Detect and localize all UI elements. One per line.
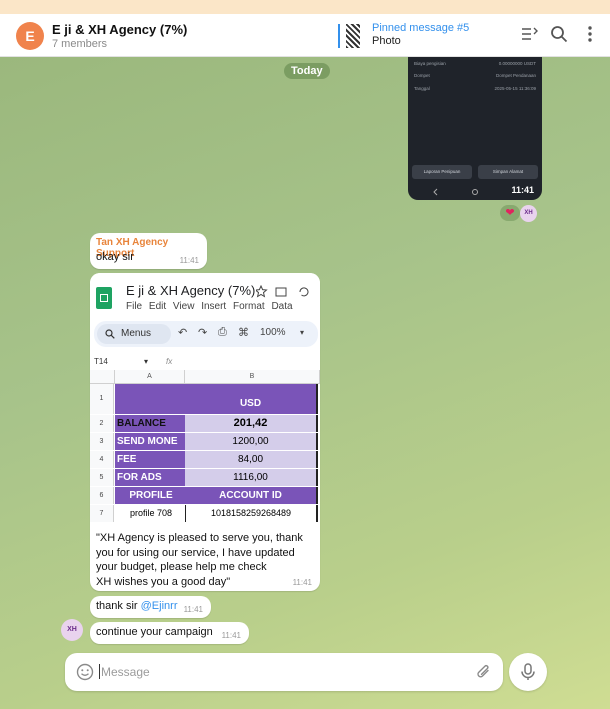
chevron-down-icon: ▾ bbox=[144, 357, 149, 366]
microphone-icon bbox=[521, 663, 535, 680]
text-caret bbox=[99, 664, 100, 679]
top-strip bbox=[0, 0, 610, 14]
table-cell: FEE bbox=[115, 451, 185, 468]
phone-row-label: Biaya pengisian bbox=[414, 61, 446, 66]
message-bubble[interactable]: continue your campaign 11:41 bbox=[90, 622, 249, 644]
phone-button-save: Simpan Alamat bbox=[478, 165, 538, 179]
message-text: okay sir bbox=[96, 251, 134, 263]
message-bubble[interactable]: Tan XH Agency Support okay sir 11:41 bbox=[90, 233, 207, 269]
paint-format-icon: ⌘ bbox=[238, 327, 249, 339]
message-caption: "XH Agency is pleased to serve you, than… bbox=[96, 532, 303, 588]
formula-icon: fx bbox=[166, 357, 173, 366]
phone-button-report: Laporan Penipuan bbox=[412, 165, 472, 179]
phone-row-value: Dompet Pendanaan bbox=[495, 73, 536, 78]
pinned-subtitle: Photo bbox=[372, 35, 401, 47]
pinned-thumbnail bbox=[346, 24, 360, 48]
row-number: 7 bbox=[90, 505, 114, 522]
menu-search-label: Menus bbox=[121, 328, 152, 339]
sheets-logo-icon bbox=[96, 287, 112, 309]
table-cell: ACCOUNT ID bbox=[185, 487, 318, 504]
pinned-title: Pinned message #5 bbox=[372, 22, 470, 34]
table-cell: 1200,00 bbox=[185, 433, 318, 450]
menu-search: Menus bbox=[97, 324, 171, 344]
user-mention-link[interactable]: @Ejinrr bbox=[141, 600, 178, 612]
row-number: 2 bbox=[90, 415, 114, 432]
attach-icon[interactable] bbox=[475, 663, 493, 681]
print-icon: ⎙ bbox=[218, 326, 227, 338]
sender-avatar[interactable]: XH bbox=[61, 619, 83, 641]
message-composer[interactable]: Message bbox=[65, 653, 503, 691]
menu-format: Format bbox=[233, 301, 265, 312]
table-cell: 1116,00 bbox=[185, 469, 318, 486]
chevron-down-icon: ▾ bbox=[300, 328, 305, 337]
sheet-toolbar: Menus ↶ ↷ ⎙ ⌘ 100% ▾ bbox=[94, 321, 318, 347]
phone-row-value: 0.00000000 USDT bbox=[498, 61, 536, 66]
message-text-prefix: thank sir bbox=[96, 600, 141, 612]
row-number: 3 bbox=[90, 433, 114, 450]
cell-reference-value: T14 bbox=[94, 357, 108, 366]
phone-row-label: Dompet bbox=[414, 73, 430, 78]
spreadsheet-screenshot[interactable]: E ji & XH Agency (7%) File Edit View Ins… bbox=[90, 273, 320, 525]
undo-icon: ↶ bbox=[178, 327, 188, 339]
table-cell: BALANCE bbox=[115, 415, 185, 432]
chat-area[interactable]: Today Biaya pengisian 0.00000000 USDT Do… bbox=[0, 57, 610, 709]
pinned-list-icon[interactable] bbox=[519, 24, 539, 44]
message-time: 11:41 bbox=[511, 185, 534, 195]
group-avatar[interactable]: E bbox=[16, 22, 44, 50]
cell-reference: T14 ▾ fx bbox=[94, 357, 172, 366]
group-title[interactable]: E ji & XH Agency (7%) bbox=[52, 22, 187, 37]
sheet-menu: File Edit View Insert Format Data bbox=[126, 301, 293, 312]
phone-screenshot-message[interactable]: Biaya pengisian 0.00000000 USDT Dompet D… bbox=[408, 57, 542, 200]
voice-record-button[interactable] bbox=[509, 653, 547, 691]
pinned-indicator bbox=[338, 24, 340, 48]
sheet-header-icons bbox=[256, 285, 309, 298]
redo-icon: ↷ bbox=[198, 327, 208, 339]
row-number: 1 bbox=[90, 384, 114, 414]
phone-row-value: 2025-05-15 11:36:09 bbox=[494, 86, 536, 91]
row-number: 4 bbox=[90, 451, 114, 468]
message-text: continue your campaign bbox=[96, 626, 213, 638]
table-cell: profile 708 bbox=[129, 508, 173, 518]
column-header-b: B bbox=[185, 370, 320, 384]
message-time: 11:41 bbox=[292, 578, 312, 587]
row-number: 6 bbox=[90, 487, 114, 504]
row-number: 5 bbox=[90, 469, 114, 486]
table-cell: 84,00 bbox=[185, 451, 318, 468]
column-header-a: A bbox=[115, 370, 185, 384]
message-time: 11:41 bbox=[183, 605, 203, 614]
message-input[interactable]: Message bbox=[101, 665, 150, 679]
reactor-avatar: XH bbox=[520, 205, 537, 222]
table-cell bbox=[115, 384, 185, 414]
table-cell: PROFILE bbox=[115, 487, 185, 504]
menu-data: Data bbox=[271, 301, 293, 312]
heart-reaction-icon[interactable]: ❤ bbox=[500, 205, 520, 221]
photo-message[interactable]: E ji & XH Agency (7%) File Edit View Ins… bbox=[90, 273, 320, 591]
menu-edit: Edit bbox=[148, 301, 167, 312]
search-icon[interactable] bbox=[549, 24, 569, 44]
chat-header: E E ji & XH Agency (7%) 7 members Pinned… bbox=[0, 14, 610, 57]
more-options-icon[interactable] bbox=[580, 24, 600, 44]
phone-row-label: Tanggal bbox=[414, 86, 430, 91]
message-time: 11:41 bbox=[179, 256, 199, 265]
menu-insert: Insert bbox=[201, 301, 227, 312]
member-count: 7 members bbox=[52, 38, 108, 50]
zoom-level: 100% bbox=[260, 327, 286, 338]
message-bubble[interactable]: thank sir @Ejinrr 11:41 bbox=[90, 596, 211, 618]
sheet-title: E ji & XH Agency (7%) bbox=[126, 283, 256, 298]
menu-file: File bbox=[126, 301, 143, 312]
corner-header bbox=[90, 370, 115, 384]
menu-view: View bbox=[172, 301, 195, 312]
table-cell: 201,42 bbox=[185, 415, 318, 432]
search-icon bbox=[105, 329, 115, 339]
table-cell: FOR ADS bbox=[115, 469, 185, 486]
table-cell: 1018158259268489 bbox=[185, 505, 318, 522]
message-time: 11:41 bbox=[221, 631, 241, 640]
message-text: thank sir @Ejinrr bbox=[96, 600, 177, 612]
date-badge: Today bbox=[284, 63, 330, 79]
phone-nav-icon bbox=[433, 188, 478, 196]
table-cell: SEND MONE bbox=[115, 433, 185, 450]
emoji-icon[interactable] bbox=[76, 663, 94, 681]
table-cell: USD bbox=[185, 384, 318, 414]
